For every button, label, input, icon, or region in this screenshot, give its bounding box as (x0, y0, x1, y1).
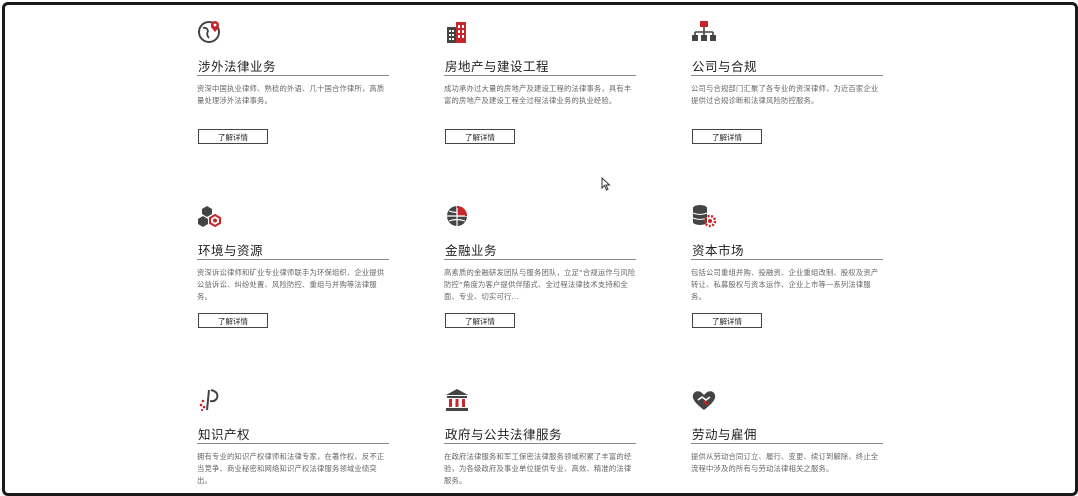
card-description: 在政府法律服务和军工保密法律服务领域积累了丰富的经验，为各级政府及事业单位提供专… (444, 452, 632, 485)
card-description: 高素质的金融研发团队与服务团队，立足“合规运作与风险防控”角度为客户提供伴随式、… (444, 268, 636, 301)
card-description: 公司与合规部门汇聚了各专业的资深律师，为近百家企业提供过合规诊断和法律风险防控服… (691, 84, 879, 105)
card-title: 知识产权 (198, 427, 251, 442)
learn-more-button[interactable]: 了解详情 (198, 313, 268, 328)
learn-more-button[interactable]: 了解详情 (445, 129, 515, 144)
practice-card-environment: 环境与资源 资深诉讼律师和矿业专业律师联手为环保组织、企业提供公益诉讼、纠纷处置… (197, 203, 392, 328)
divider (691, 259, 883, 260)
card-description: 资深中国执业律师、熟稔的外语、几十国合作律所，高质量处理涉外法律事务。 (197, 84, 385, 105)
divider (444, 75, 636, 76)
globe-pin-icon (198, 21, 220, 43)
practice-card-finance: 金融业务 高素质的金融研发团队与服务团队，立足“合规运作与风险防控”角度为客户提… (444, 203, 639, 328)
divider (197, 75, 389, 76)
card-description: 拥有专业的知识产权律师和法律专家，在著作权、反不正当竞争、商业秘密和网络知识产权… (197, 452, 385, 485)
card-description: 资深诉讼律师和矿业专业律师联手为环保组织、企业提供公益诉讼、纠纷处置、风险防控、… (197, 268, 385, 301)
page-frame: 涉外法律业务 资深中国执业律师、熟稔的外语、几十国合作律所，高质量处理涉外法律事… (2, 2, 1078, 496)
card-title: 政府与公共法律服务 (445, 427, 563, 442)
practice-card-real-estate: 房地产与建设工程 成功承办过大量的房地产及建设工程的法律事务，具有丰富的房地产及… (444, 19, 639, 144)
practice-card-corporate-compliance: 公司与合规 公司与合规部门汇聚了各专业的资深律师，为近百家企业提供过合规诊断和法… (691, 19, 886, 144)
learn-more-button[interactable]: 了解详情 (692, 129, 762, 144)
learn-more-button[interactable]: 了解详情 (198, 129, 268, 144)
coins-gear-icon (692, 205, 717, 228)
heart-handshake-icon (692, 391, 716, 410)
building-icon (447, 22, 466, 43)
divider (691, 443, 883, 444)
practice-card-foreign-law: 涉外法律业务 资深中国执业律师、熟稔的外语、几十国合作律所，高质量处理涉外法律事… (197, 19, 392, 144)
ip-icon (199, 389, 219, 412)
divider (691, 75, 883, 76)
card-title: 涉外法律业务 (198, 59, 277, 74)
divider (197, 443, 389, 444)
learn-more-button[interactable]: 了解详情 (692, 313, 762, 328)
card-description: 成功承办过大量的房地产及建设工程的法律事务，具有丰富的房地产及建设工程全过程法律… (444, 84, 632, 105)
card-title: 资本市场 (692, 243, 745, 258)
practice-card-ip: 知识产权 拥有专业的知识产权律师和法律专家，在著作权、反不正当竞争、商业秘密和网… (197, 387, 392, 485)
hexagons-icon (198, 206, 221, 228)
card-title: 劳动与雇佣 (692, 427, 758, 442)
practice-card-government: 政府与公共法律服务 在政府法律服务和军工保密法律服务领域积累了丰富的经验，为各级… (444, 387, 639, 485)
mouse-cursor-icon (601, 177, 611, 191)
divider (197, 259, 389, 260)
government-building-icon (446, 389, 468, 411)
card-description: 提供从劳动合同订立、履行、变更、续订到解除、终止全流程中涉及的所有与劳动法律相关… (691, 452, 879, 473)
card-title: 金融业务 (445, 243, 498, 258)
practice-card-labor: 劳动与雇佣 提供从劳动合同订立、履行、变更、续订到解除、终止全流程中涉及的所有与… (691, 387, 886, 473)
learn-more-button[interactable]: 了解详情 (445, 313, 515, 328)
org-chart-icon (692, 21, 716, 41)
card-title: 环境与资源 (198, 243, 264, 258)
finance-globe-icon (447, 206, 467, 226)
card-description: 包括公司重组并购、投融资、企业重组改制、股权及资产转让、私募股权与资本运作、企业… (691, 268, 879, 301)
divider (444, 443, 636, 444)
practice-card-capital-markets: 资本市场 包括公司重组并购、投融资、企业重组改制、股权及资产转让、私募股权与资本… (691, 203, 886, 328)
divider (444, 259, 636, 260)
card-title: 公司与合规 (692, 59, 758, 74)
card-title: 房地产与建设工程 (445, 59, 550, 74)
